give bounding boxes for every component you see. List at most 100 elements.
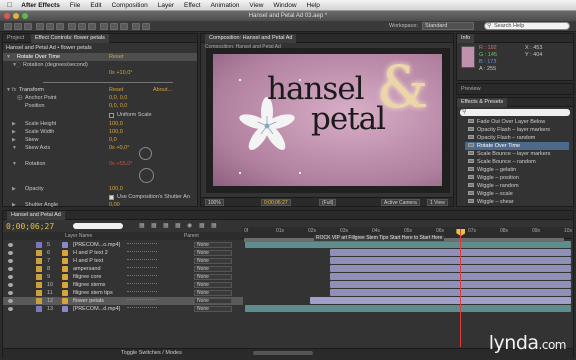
workspace-select[interactable]: Standard: [422, 22, 474, 30]
view-layout-select[interactable]: 1 View: [427, 199, 448, 206]
timeline-timecode[interactable]: 0;00;06;27: [6, 222, 54, 231]
puppet-tool-icon[interactable]: [142, 23, 150, 30]
layer-switches[interactable]: [127, 283, 157, 287]
parent-select[interactable]: None: [194, 258, 232, 264]
tab-composition[interactable]: Composition: Hansel and Petal Ad: [205, 34, 297, 43]
apple-menu-icon[interactable]: : [0, 2, 16, 9]
menu-view[interactable]: View: [244, 2, 268, 9]
menu-window[interactable]: Window: [268, 2, 301, 9]
current-time-display[interactable]: 0;00;06;27: [261, 199, 291, 206]
expand-triangle-icon[interactable]: ▶: [12, 136, 16, 144]
type-tool-icon[interactable]: [88, 23, 96, 30]
layer-switches[interactable]: [127, 275, 157, 279]
eye-visibility-icon[interactable]: [8, 243, 13, 247]
layer-duration-bar[interactable]: [329, 265, 571, 272]
layer-label-color[interactable]: [36, 266, 42, 272]
timeline-layer-row[interactable]: 8 ampersand None: [3, 265, 243, 273]
comp-mini-flowchart-icon[interactable]: ▦: [139, 222, 145, 229]
menu-edit[interactable]: Edit: [85, 2, 106, 9]
layer-label-color[interactable]: [36, 250, 42, 256]
property-value[interactable]: 0,0, 0,0: [109, 102, 127, 110]
bounding-handle[interactable]: [239, 79, 241, 81]
effect-row-transform[interactable]: ▼ fx Transform Reset About...: [3, 86, 197, 94]
menu-composition[interactable]: Composition: [107, 2, 153, 9]
property-value[interactable]: 0,00: [109, 201, 120, 209]
skew-axis-dial[interactable]: [139, 147, 152, 160]
uniform-scale-checkbox[interactable]: [109, 113, 114, 118]
property-value[interactable]: 0x +0,0°: [109, 144, 129, 152]
property-value[interactable]: 100,0: [109, 185, 123, 193]
roto-brush-tool-icon[interactable]: [132, 23, 140, 30]
eye-visibility-icon[interactable]: [8, 251, 13, 255]
effects-search-input[interactable]: ⚲: [460, 109, 570, 116]
layer-label-color[interactable]: [36, 274, 42, 280]
expand-triangle-icon[interactable]: ▼: [12, 144, 17, 152]
rotation-dial[interactable]: [139, 168, 154, 183]
expand-triangle-icon[interactable]: ▶: [12, 128, 16, 136]
parent-select[interactable]: None: [194, 298, 232, 304]
layer-name[interactable]: filigree stems: [73, 281, 105, 289]
brush-tool-icon[interactable]: [100, 23, 108, 30]
composition-viewer[interactable]: hansel petal &: [206, 48, 450, 193]
layer-switches[interactable]: [127, 267, 157, 271]
bounding-handle[interactable]: [239, 172, 241, 174]
timeline-layer-row[interactable]: 13 [PRECOM...d.mp4] None: [3, 305, 243, 313]
layer-name[interactable]: flower petals: [73, 297, 104, 305]
layer-duration-bar[interactable]: [329, 249, 571, 256]
column-parent[interactable]: Parent: [184, 232, 199, 240]
tab-timeline-comp[interactable]: Hansel and Petal Ad: [7, 211, 65, 220]
layer-name[interactable]: filigree core: [73, 273, 101, 281]
layer-switches[interactable]: [127, 291, 157, 295]
comp-ampersand[interactable]: &: [377, 58, 429, 116]
about-link[interactable]: About...: [153, 86, 172, 94]
expand-triangle-icon[interactable]: ▼: [6, 53, 11, 61]
layer-name[interactable]: filigree stem tips: [73, 289, 113, 297]
effects-preset-item[interactable]: Scale Bounce – layer markers: [468, 150, 550, 158]
eye-visibility-icon[interactable]: [8, 259, 13, 263]
eye-visibility-icon[interactable]: [8, 307, 13, 311]
layer-switches[interactable]: [127, 251, 157, 255]
graph-editor-icon[interactable]: ▦: [211, 222, 217, 229]
effects-preset-item[interactable]: Wiggle – random: [468, 182, 519, 190]
layer-label-color[interactable]: [36, 258, 42, 264]
menu-file[interactable]: File: [65, 2, 85, 9]
parent-select[interactable]: None: [194, 306, 232, 312]
timeline-layer-row[interactable]: 10 filigree stems None: [3, 281, 243, 289]
eye-visibility-icon[interactable]: [8, 299, 13, 303]
effects-preset-item[interactable]: Wiggle – scale: [468, 190, 513, 198]
resolution-select[interactable]: (Full): [319, 199, 337, 206]
effects-preset-item[interactable]: Fade Out Over Layer Below: [468, 118, 545, 126]
effect-row-rotate-over-time[interactable]: ▼ Rotate Over Time Reset: [3, 53, 197, 61]
tab-effect-controls[interactable]: Effect Controls: flower petals: [31, 34, 109, 43]
menu-animation[interactable]: Animation: [206, 2, 245, 9]
layer-switches[interactable]: [127, 243, 157, 247]
magnification-select[interactable]: 100%: [205, 199, 224, 206]
pen-tool-icon[interactable]: [78, 23, 86, 30]
layer-duration-bar[interactable]: [329, 289, 571, 296]
close-window-button[interactable]: [4, 13, 10, 19]
layer-duration-bar[interactable]: [329, 281, 571, 288]
effects-preset-item[interactable]: Rotate Over Time: [465, 142, 569, 150]
expand-triangle-icon[interactable]: ▶: [12, 120, 16, 128]
expand-triangle-icon[interactable]: ▶: [12, 185, 16, 193]
parent-select[interactable]: None: [194, 266, 232, 272]
layer-duration-bar[interactable]: [245, 305, 571, 312]
camera-tool-icon[interactable]: [46, 23, 54, 30]
layer-name[interactable]: H and P text 2: [73, 249, 108, 257]
layer-switches[interactable]: [127, 307, 157, 311]
reset-link[interactable]: Reset: [109, 53, 123, 61]
layer-marker-comment[interactable]: ROCK VIP art Fillgree Stem Tips Start He…: [314, 235, 445, 241]
expand-triangle-icon[interactable]: ▶: [12, 201, 16, 209]
timeline-search-input[interactable]: [73, 223, 123, 229]
tab-effects-presets[interactable]: Effects & Presets: [457, 98, 508, 107]
timeline-layer-row[interactable]: 12 flower petals None: [3, 297, 243, 305]
comp-title-petal[interactable]: petal: [311, 104, 386, 135]
layer-name[interactable]: H and P text: [73, 257, 103, 265]
timeline-layer-row[interactable]: 6 H and P text 2 None: [3, 249, 243, 257]
layer-name[interactable]: [PRECOM...o.mp4]: [73, 241, 120, 249]
property-value[interactable]: 0,0, 0,0: [109, 94, 127, 102]
layer-duration-bar[interactable]: [245, 241, 571, 248]
expand-triangle-icon[interactable]: ▼: [6, 86, 11, 94]
timeline-layer-row[interactable]: 9 filigree core None: [3, 273, 243, 281]
eraser-tool-icon[interactable]: [120, 23, 128, 30]
